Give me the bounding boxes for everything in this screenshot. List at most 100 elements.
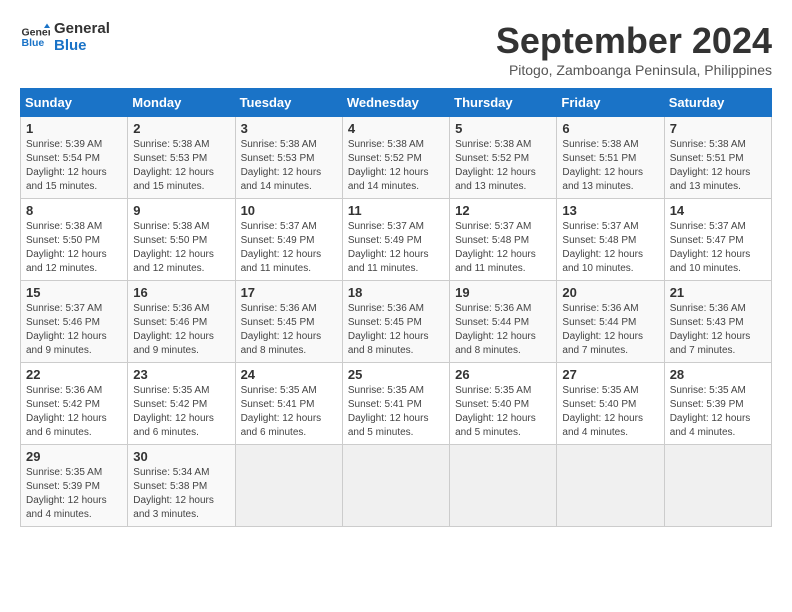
day-number: 26 — [455, 367, 551, 382]
calendar-cell: 13 Sunrise: 5:37 AMSunset: 5:48 PMDayligh… — [557, 199, 664, 281]
header-sunday: Sunday — [21, 89, 128, 117]
calendar-cell: 28Sunrise: 5:35 AMSunset: 5:39 PMDayligh… — [664, 363, 771, 445]
title-block: September 2024 Pitogo, Zamboanga Peninsu… — [496, 20, 772, 78]
day-number: 20 — [562, 285, 658, 300]
day-info: Sunrise: 5:38 AMSunset: 5:51 PMDaylight:… — [562, 138, 658, 194]
day-number: 24 — [241, 367, 337, 382]
day-number: 15 — [26, 285, 122, 300]
calendar-cell: 21 Sunrise: 5:36 AMSunset: 5:43 PMDayligh… — [664, 281, 771, 363]
calendar-cell: 18 Sunrise: 5:36 AMSunset: 5:45 PMDayligh… — [342, 281, 449, 363]
day-info: Sunrise: 5:35 AMSunset: 5:40 PMDaylight:… — [455, 384, 551, 440]
calendar-cell: 27Sunrise: 5:35 AMSunset: 5:40 PMDayligh… — [557, 363, 664, 445]
day-info: Sunrise: 5:38 AMSunset: 5:52 PMDaylight:… — [455, 138, 551, 194]
month-title: September 2024 — [496, 20, 772, 62]
calendar-cell: 29Sunrise: 5:35 AMSunset: 5:39 PMDayligh… — [21, 445, 128, 527]
day-number: 29 — [26, 449, 122, 464]
day-number: 7 — [670, 121, 766, 136]
header-monday: Monday — [128, 89, 235, 117]
day-info: Sunrise: 5:38 AMSunset: 5:52 PMDaylight:… — [348, 138, 444, 194]
day-number: 2 — [133, 121, 229, 136]
day-info: Sunrise: 5:36 AMSunset: 5:44 PMDaylight:… — [455, 302, 551, 358]
day-number: 21 — [670, 285, 766, 300]
calendar-cell: 22 Sunrise: 5:36 AMSunset: 5:42 PMDayligh… — [21, 363, 128, 445]
calendar-header-row: Sunday Monday Tuesday Wednesday Thursday… — [21, 89, 772, 117]
calendar-cell — [557, 445, 664, 527]
calendar-cell — [235, 445, 342, 527]
day-info: Sunrise: 5:36 AMSunset: 5:45 PMDaylight:… — [348, 302, 444, 358]
day-number: 27 — [562, 367, 658, 382]
header-wednesday: Wednesday — [342, 89, 449, 117]
day-info: Sunrise: 5:36 AMSunset: 5:45 PMDaylight:… — [241, 302, 337, 358]
day-info: Sunrise: 5:38 AMSunset: 5:50 PMDaylight:… — [133, 220, 229, 276]
calendar-row: 8 Sunrise: 5:38 AMSunset: 5:50 PMDaylight… — [21, 199, 772, 281]
svg-text:Blue: Blue — [22, 37, 45, 49]
day-number: 3 — [241, 121, 337, 136]
calendar-cell: 26 Sunrise: 5:35 AMSunset: 5:40 PMDayligh… — [450, 363, 557, 445]
calendar-cell: 2Sunrise: 5:38 AMSunset: 5:53 PMDaylight… — [128, 117, 235, 199]
day-number: 9 — [133, 203, 229, 218]
day-number: 13 — [562, 203, 658, 218]
day-number: 17 — [241, 285, 337, 300]
page-header: General Blue General Blue September 2024… — [20, 20, 772, 78]
day-number: 1 — [26, 121, 122, 136]
day-info: Sunrise: 5:37 AMSunset: 5:49 PMDaylight:… — [348, 220, 444, 276]
day-info: Sunrise: 5:38 AMSunset: 5:50 PMDaylight:… — [26, 220, 122, 276]
day-info: Sunrise: 5:36 AMSunset: 5:42 PMDaylight:… — [26, 384, 122, 440]
calendar-cell: 14Sunrise: 5:37 AMSunset: 5:47 PMDayligh… — [664, 199, 771, 281]
day-number: 22 — [26, 367, 122, 382]
calendar-cell: 20 Sunrise: 5:36 AMSunset: 5:44 PMDayligh… — [557, 281, 664, 363]
logo: General Blue General Blue — [20, 20, 110, 54]
calendar-cell: 30 Sunrise: 5:34 AMSunset: 5:38 PMDayligh… — [128, 445, 235, 527]
header-tuesday: Tuesday — [235, 89, 342, 117]
calendar-cell: 19 Sunrise: 5:36 AMSunset: 5:44 PMDayligh… — [450, 281, 557, 363]
day-info: Sunrise: 5:38 AMSunset: 5:53 PMDaylight:… — [241, 138, 337, 194]
calendar-cell: 15 Sunrise: 5:37 AMSunset: 5:46 PMDayligh… — [21, 281, 128, 363]
calendar-cell: 24Sunrise: 5:35 AMSunset: 5:41 PMDayligh… — [235, 363, 342, 445]
day-info: Sunrise: 5:37 AMSunset: 5:46 PMDaylight:… — [26, 302, 122, 358]
calendar-cell: 11 Sunrise: 5:37 AMSunset: 5:49 PMDayligh… — [342, 199, 449, 281]
day-number: 11 — [348, 203, 444, 218]
day-number: 5 — [455, 121, 551, 136]
day-info: Sunrise: 5:37 AMSunset: 5:48 PMDaylight:… — [562, 220, 658, 276]
calendar-cell: 6Sunrise: 5:38 AMSunset: 5:51 PMDaylight… — [557, 117, 664, 199]
day-info: Sunrise: 5:36 AMSunset: 5:46 PMDaylight:… — [133, 302, 229, 358]
logo-text-line2: Blue — [54, 37, 110, 54]
day-number: 12 — [455, 203, 551, 218]
day-number: 23 — [133, 367, 229, 382]
subtitle: Pitogo, Zamboanga Peninsula, Philippines — [496, 62, 772, 78]
day-number: 18 — [348, 285, 444, 300]
day-info: Sunrise: 5:37 AMSunset: 5:49 PMDaylight:… — [241, 220, 337, 276]
day-number: 16 — [133, 285, 229, 300]
calendar-row: 29Sunrise: 5:35 AMSunset: 5:39 PMDayligh… — [21, 445, 772, 527]
day-info: Sunrise: 5:35 AMSunset: 5:42 PMDaylight:… — [133, 384, 229, 440]
day-info: Sunrise: 5:36 AMSunset: 5:43 PMDaylight:… — [670, 302, 766, 358]
calendar-cell: 7 Sunrise: 5:38 AMSunset: 5:51 PMDaylight… — [664, 117, 771, 199]
calendar-cell — [450, 445, 557, 527]
calendar-cell: 3 Sunrise: 5:38 AMSunset: 5:53 PMDaylight… — [235, 117, 342, 199]
day-number: 8 — [26, 203, 122, 218]
day-number: 4 — [348, 121, 444, 136]
day-info: Sunrise: 5:35 AMSunset: 5:39 PMDaylight:… — [670, 384, 766, 440]
day-number: 19 — [455, 285, 551, 300]
calendar-cell: 23 Sunrise: 5:35 AMSunset: 5:42 PMDayligh… — [128, 363, 235, 445]
calendar-cell: 5 Sunrise: 5:38 AMSunset: 5:52 PMDaylight… — [450, 117, 557, 199]
day-info: Sunrise: 5:34 AMSunset: 5:38 PMDaylight:… — [133, 466, 229, 522]
day-number: 30 — [133, 449, 229, 464]
day-info: Sunrise: 5:37 AMSunset: 5:47 PMDaylight:… — [670, 220, 766, 276]
calendar-cell — [342, 445, 449, 527]
day-info: Sunrise: 5:39 AMSunset: 5:54 PMDaylight:… — [26, 138, 122, 194]
day-info: Sunrise: 5:35 AMSunset: 5:41 PMDaylight:… — [348, 384, 444, 440]
calendar-row: 15 Sunrise: 5:37 AMSunset: 5:46 PMDayligh… — [21, 281, 772, 363]
header-thursday: Thursday — [450, 89, 557, 117]
logo-icon: General Blue — [20, 22, 50, 52]
calendar-cell: 16 Sunrise: 5:36 AMSunset: 5:46 PMDayligh… — [128, 281, 235, 363]
calendar-table: Sunday Monday Tuesday Wednesday Thursday… — [20, 88, 772, 527]
calendar-cell — [664, 445, 771, 527]
calendar-row: 1 Sunrise: 5:39 AMSunset: 5:54 PMDaylight… — [21, 117, 772, 199]
calendar-cell: 25Sunrise: 5:35 AMSunset: 5:41 PMDayligh… — [342, 363, 449, 445]
day-info: Sunrise: 5:36 AMSunset: 5:44 PMDaylight:… — [562, 302, 658, 358]
header-friday: Friday — [557, 89, 664, 117]
day-info: Sunrise: 5:38 AMSunset: 5:51 PMDaylight:… — [670, 138, 766, 194]
calendar-cell: 8 Sunrise: 5:38 AMSunset: 5:50 PMDaylight… — [21, 199, 128, 281]
calendar-cell: 10Sunrise: 5:37 AMSunset: 5:49 PMDayligh… — [235, 199, 342, 281]
